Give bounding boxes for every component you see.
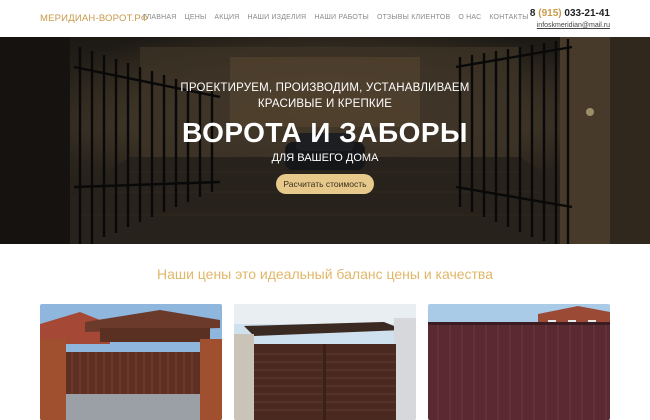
phone-main: 033-21-41 — [564, 8, 610, 19]
prices-section-title: Наши цены это идеальный баланс цены и ка… — [156, 266, 494, 282]
gate-photo-3 — [428, 304, 610, 420]
nav-item-works[interactable]: НАШИ РАБОТЫ — [314, 14, 369, 21]
nav-item-home[interactable]: ГЛАВНАЯ — [143, 14, 177, 21]
phone-number[interactable]: 8 (915) 033-21-41 — [530, 8, 610, 19]
email-link[interactable]: infoskmeridian@mail.ru — [537, 22, 610, 29]
nav-item-reviews[interactable]: ОТЗЫВЫ КЛИЕНТОВ — [377, 14, 450, 21]
hero-line-1: ПРОЕКТИРУЕМ, ПРОИЗВОДИМ, УСТАНАВЛИВАЕМ — [180, 82, 470, 94]
page: МЕРИДИАН-ВОРОТ.РФ ГЛАВНАЯ ЦЕНЫ АКЦИЯ НАШ… — [0, 0, 650, 420]
gate-photo-2 — [234, 304, 416, 420]
nav-item-promo[interactable]: АКЦИЯ — [214, 14, 239, 21]
calculate-cost-button[interactable]: Расчитать стоимость — [276, 174, 374, 194]
hero-banner: ПРОЕКТИРУЕМ, ПРОИЗВОДИМ, УСТАНАВЛИВАЕМ К… — [0, 37, 650, 244]
hero-line-2: КРАСИВЫЕ И КРЕПКИЕ — [257, 98, 393, 110]
nav-item-about[interactable]: О НАС — [458, 14, 481, 21]
gate-photo-1 — [40, 304, 222, 420]
hero-title: ВОРОТА И ЗАБОРЫ — [182, 117, 468, 148]
product-card-image-1[interactable] — [40, 304, 222, 420]
nav-item-prices[interactable]: ЦЕНЫ — [185, 14, 207, 21]
hero-line-3: ДЛЯ ВАШЕГО ДОМА — [271, 152, 379, 164]
site-logo[interactable]: МЕРИДИАН-ВОРОТ.РФ — [40, 13, 148, 24]
phone-code: (915) — [538, 8, 562, 19]
main-nav: ГЛАВНАЯ ЦЕНЫ АКЦИЯ НАШИ ИЗДЕЛИЯ НАШИ РАБ… — [143, 14, 529, 21]
nav-item-contacts[interactable]: КОНТАКТЫ — [489, 14, 528, 21]
product-card-image-3[interactable] — [428, 304, 610, 420]
nav-item-products[interactable]: НАШИ ИЗДЕЛИЯ — [247, 14, 306, 21]
phone-prefix: 8 — [529, 8, 536, 19]
product-card-image-2[interactable] — [234, 304, 416, 420]
site-header: МЕРИДИАН-ВОРОТ.РФ ГЛАВНАЯ ЦЕНЫ АКЦИЯ НАШ… — [0, 0, 650, 37]
